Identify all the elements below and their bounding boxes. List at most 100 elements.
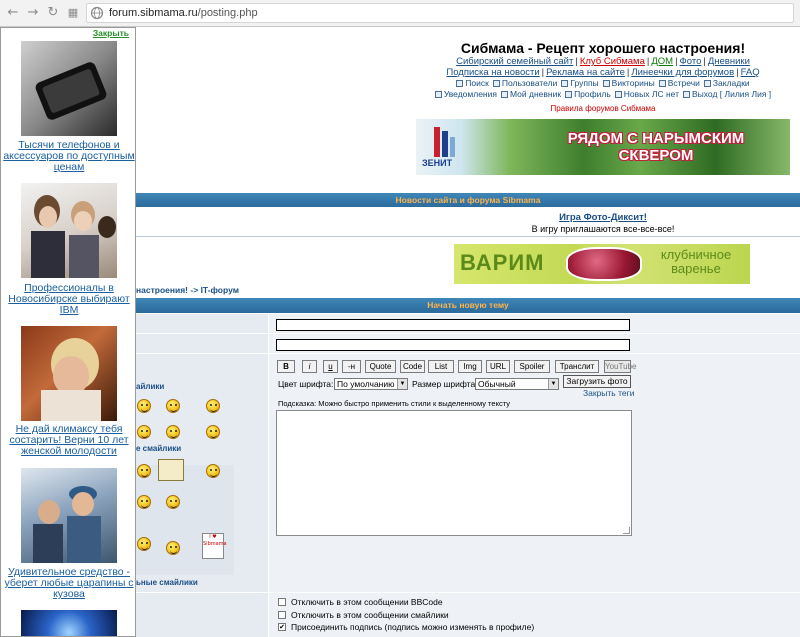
top-menu-link[interactable]: Линеечки для форумов xyxy=(631,67,734,78)
breadcrumb-arrow: -> xyxy=(190,285,199,295)
option-checkbox[interactable] xyxy=(278,610,286,619)
ad-caption-2[interactable]: Профессионалы в Новосибирске выбирают IB… xyxy=(1,283,135,316)
user-menu-item[interactable]: Поиск xyxy=(456,78,489,88)
option-checkbox[interactable] xyxy=(278,598,286,606)
tired-woman-photo[interactable] xyxy=(21,326,117,421)
menu-item-icon xyxy=(492,80,500,87)
close-tags-link[interactable]: Закрыть теги xyxy=(583,388,634,398)
top-menu-2: Подписка на новости | Реклама на сайте | Лин… xyxy=(416,67,790,78)
user-menu-item[interactable]: Викторины xyxy=(602,78,655,88)
breadcrumb-forum-link[interactable]: настроения! xyxy=(136,285,188,295)
sign-smiley[interactable]: I ♥ Sibmama xyxy=(202,533,227,559)
smilies-title: айлики xyxy=(136,382,165,391)
top-menu-1: Сибирский семейный сайт | Клуб Сибмама | ДОМ… xyxy=(416,56,790,67)
menu-item-icon xyxy=(565,91,573,98)
reload-icon[interactable]: ↻ xyxy=(44,4,62,22)
smiley-icon[interactable] xyxy=(166,399,180,413)
menu-separator: | xyxy=(626,67,630,78)
top-menu-link[interactable]: FAQ xyxy=(741,67,760,78)
bbcode-button[interactable]: B xyxy=(277,360,295,373)
smiley-icon[interactable] xyxy=(137,425,151,439)
back-arrow-icon[interactable]: ← xyxy=(4,4,22,22)
smiley-icon[interactable] xyxy=(137,464,151,478)
menu-item-icon xyxy=(682,91,690,98)
envelope-smiley-icon[interactable] xyxy=(158,459,184,481)
option-label: Отключить в этом сообщении BBCode xyxy=(291,597,443,607)
youtube-button[interactable]: YouTube xyxy=(604,360,636,373)
extra-smilies-title[interactable]: ьные смайлики xyxy=(136,578,198,587)
bbcode-button[interactable]: -н xyxy=(342,360,361,373)
bbcode-button[interactable]: i xyxy=(302,360,317,373)
ad-close-link[interactable]: Закрыть xyxy=(93,28,129,38)
bbcode-button[interactable]: Quote xyxy=(365,360,396,373)
user-menu-item[interactable]: Мой дневник xyxy=(500,89,561,99)
menu-separator: | xyxy=(541,67,545,78)
message-textarea[interactable] xyxy=(276,410,632,536)
smiley-icon[interactable] xyxy=(206,464,220,478)
smiley-icon[interactable] xyxy=(137,399,151,413)
user-menu-item[interactable]: Уведомления xyxy=(434,89,497,99)
more-smilies-title[interactable]: е смайлики xyxy=(136,444,181,453)
ad-caption-3[interactable]: Не дай климаксу тебя состарить! Верни 10… xyxy=(1,424,135,457)
top-menu-link[interactable]: Клуб Сибмама xyxy=(580,56,645,67)
user-menu-item[interactable]: Пользователи xyxy=(492,78,557,88)
jam-banner[interactable]: ВАРИМ клубничное варенье xyxy=(454,244,750,284)
top-menu-link[interactable]: Фото xyxy=(680,56,702,67)
bbcode-button[interactable]: List xyxy=(428,360,454,373)
left-ad-panel: Закрыть Тысячи телефонов и аксессуаров п… xyxy=(0,27,136,637)
smiley-icon[interactable] xyxy=(166,425,180,439)
new-topic-bar: Начать новую тему xyxy=(136,298,800,313)
username-input[interactable] xyxy=(276,319,630,331)
jam-bowl-image xyxy=(566,247,642,281)
menu-item-icon xyxy=(434,91,442,98)
news-link[interactable]: Игра Фото-Диксит! xyxy=(416,212,790,223)
option-checkbox[interactable]: ✔ xyxy=(278,623,286,631)
breadcrumb-it-forum-link[interactable]: IT-форум xyxy=(201,285,239,295)
bbcode-button[interactable]: Img xyxy=(458,360,482,373)
ad-caption-4[interactable]: Удивительное средство - уберет любые цар… xyxy=(1,567,135,600)
user-menu-label: Закладки xyxy=(712,78,750,88)
smiley-icon[interactable] xyxy=(166,541,180,555)
smiley-icon[interactable] xyxy=(206,425,220,439)
car-mechanics-photo[interactable] xyxy=(21,468,117,563)
user-menu-item[interactable]: Новых ЛС нет xyxy=(614,89,679,99)
bbcode-button[interactable]: URL xyxy=(486,360,510,373)
top-menu-link[interactable]: Дневники xyxy=(708,56,750,67)
ad-photo-5[interactable] xyxy=(21,610,117,636)
page-info-icon[interactable] xyxy=(90,6,104,20)
font-size-select[interactable]: Обычный ▼ xyxy=(475,378,559,390)
zenit-banner[interactable]: ЗЕНИТ РЯДОМ С НАРЫМСКИМ СКВЕРОМ xyxy=(416,119,790,175)
user-menu-item[interactable]: Выход [ Лилия Лия ] xyxy=(682,89,771,99)
smiley-icon[interactable] xyxy=(206,399,220,413)
top-menu-link[interactable]: ДОМ xyxy=(651,56,673,67)
bbcode-button[interactable]: u xyxy=(323,360,338,373)
news-bar: Новости сайта и форума Sibmama xyxy=(136,193,800,208)
address-bar[interactable]: forum.sibmama.ru/posting.php xyxy=(86,3,794,23)
top-menu-link[interactable]: Сибирский семейный сайт xyxy=(456,56,573,67)
bbcode-button[interactable]: Транслит xyxy=(555,360,599,373)
font-size-value: Обычный xyxy=(478,379,516,389)
smiley-icon[interactable] xyxy=(166,495,180,509)
ad-caption-1[interactable]: Тысячи телефонов и аксессуаров по доступ… xyxy=(1,140,135,173)
user-menu-item[interactable]: Группы xyxy=(561,78,599,88)
subject-input[interactable] xyxy=(276,339,630,351)
user-menu-item[interactable]: Закладки xyxy=(703,78,750,88)
phone-photo[interactable] xyxy=(21,41,117,136)
bbcode-button[interactable]: Spoiler xyxy=(514,360,550,373)
font-size-label: Размер шрифта: xyxy=(412,379,478,389)
smiley-icon[interactable] xyxy=(137,537,151,551)
bbcode-button[interactable]: Code xyxy=(400,360,425,373)
user-menu-item[interactable]: Встречи xyxy=(658,78,700,88)
forward-arrow-icon[interactable]: → xyxy=(24,4,42,22)
resize-grip-icon[interactable] xyxy=(623,527,630,534)
call-center-photo[interactable] xyxy=(21,183,117,278)
font-color-select[interactable]: По умолчанию ▼ xyxy=(334,378,408,390)
user-menu-2: Уведомления Мой дневник Профиль Новых ЛС не… xyxy=(416,89,790,99)
forum-rules-link[interactable]: Правила форумов Сибмама xyxy=(416,104,790,113)
upload-photo-button[interactable]: Загрузить фото xyxy=(563,375,631,388)
smiley-icon[interactable] xyxy=(137,495,151,509)
top-menu-link[interactable]: Подписка на новости xyxy=(446,67,539,78)
apps-grid-icon[interactable]: ▦ xyxy=(64,4,82,22)
user-menu-item[interactable]: Профиль xyxy=(565,89,611,99)
top-menu-link[interactable]: Реклама на сайте xyxy=(546,67,625,78)
